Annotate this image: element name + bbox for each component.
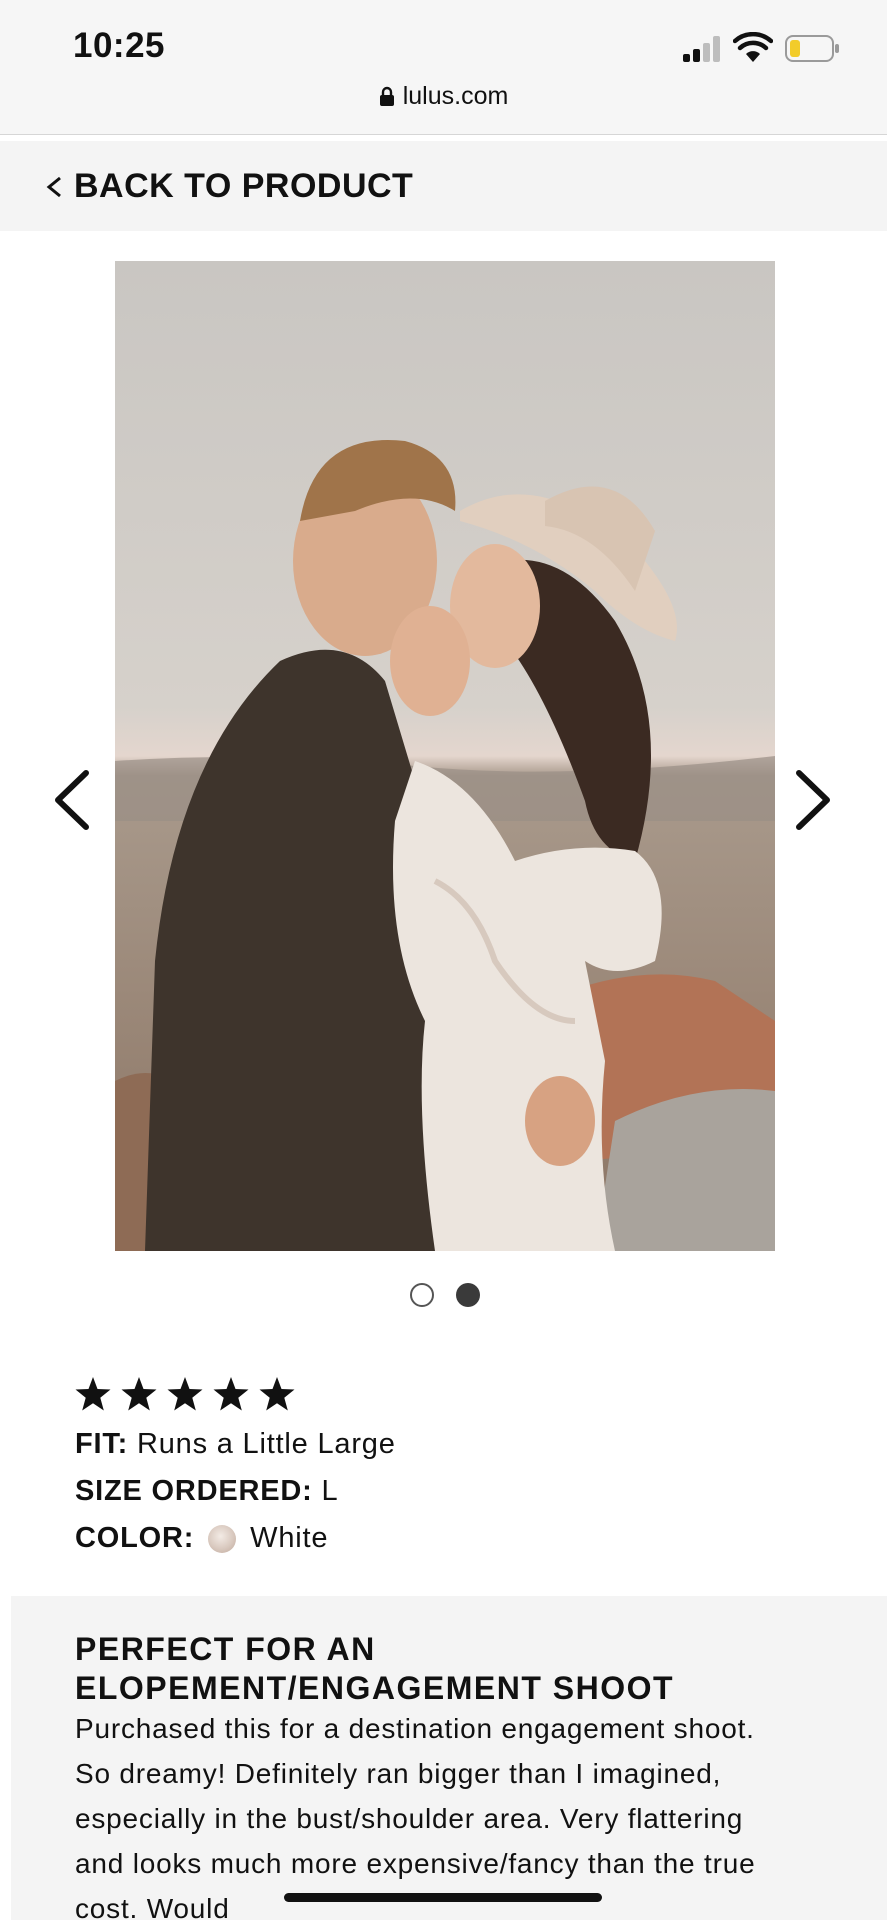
star-icon	[167, 1377, 203, 1411]
lock-icon	[379, 86, 394, 106]
carousel-dot-1[interactable]	[410, 1283, 434, 1307]
star-rating	[74, 1376, 296, 1412]
star-icon	[213, 1377, 249, 1411]
review-photo-image	[115, 261, 775, 1251]
review-body: Purchased this for a destination engagem…	[75, 1713, 756, 1920]
fit-detail: FIT: Runs a Little Large	[75, 1428, 396, 1461]
status-bar: 10:25 lulus.com	[0, 0, 887, 135]
fit-value: Runs a Little Large	[137, 1428, 396, 1460]
size-label: SIZE ORDERED:	[75, 1475, 313, 1507]
fit-label: FIT:	[75, 1428, 129, 1460]
url-bar[interactable]: lulus.com	[0, 82, 887, 111]
back-label: BACK TO PRODUCT	[74, 167, 414, 205]
wifi-icon	[733, 32, 773, 62]
url-text: lulus.com	[402, 82, 509, 110]
size-detail: SIZE ORDERED: L	[75, 1475, 338, 1508]
review-title-line-2: ELOPEMENT/ENGAGEMENT SHOOT	[75, 1670, 675, 1706]
color-detail: COLOR: White	[75, 1522, 328, 1555]
back-bar: BACK TO PRODUCT	[0, 141, 887, 231]
status-time: 10:25	[73, 26, 166, 65]
size-value: L	[321, 1475, 339, 1507]
review-title-line-1: PERFECT FOR AN	[75, 1631, 376, 1667]
arrow-right-icon[interactable]	[787, 765, 837, 835]
carousel-dots	[0, 1283, 887, 1313]
home-indicator	[284, 1893, 602, 1902]
star-icon	[259, 1377, 295, 1411]
color-swatch	[208, 1524, 237, 1553]
arrow-left-icon[interactable]	[48, 765, 98, 835]
signal-icon	[683, 36, 723, 62]
review-card: PERFECT FOR AN ELOPEMENT/ENGAGEMENT SHOO…	[11, 1596, 887, 1920]
color-value: White	[250, 1522, 329, 1554]
back-to-product-link[interactable]: BACK TO PRODUCT	[44, 167, 413, 206]
battery-icon	[785, 35, 839, 62]
star-icon	[75, 1377, 111, 1411]
color-label: COLOR:	[75, 1522, 195, 1554]
star-icon	[121, 1377, 157, 1411]
review-photo[interactable]	[115, 261, 775, 1251]
review-title: PERFECT FOR AN ELOPEMENT/ENGAGEMENT SHOO…	[75, 1630, 835, 1708]
chevron-left-icon	[46, 176, 61, 197]
carousel-dot-2-active[interactable]	[456, 1283, 480, 1307]
